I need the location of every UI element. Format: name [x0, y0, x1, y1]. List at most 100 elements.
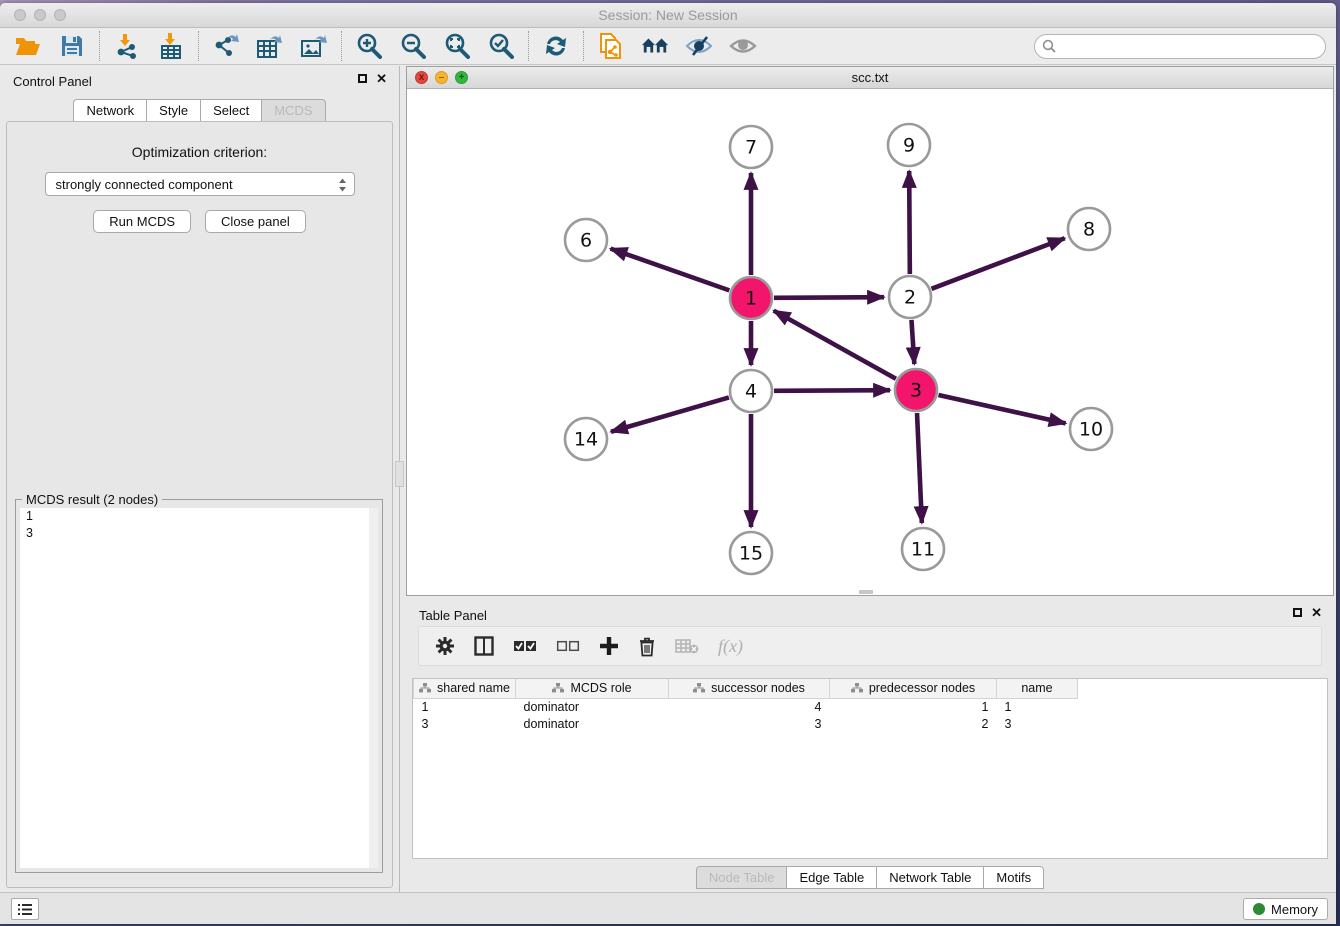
- save-icon[interactable]: [58, 32, 86, 60]
- column-header-MCDS-role[interactable]: MCDS role: [516, 679, 669, 698]
- task-history-button[interactable]: [11, 898, 39, 920]
- optimization-criterion-select[interactable]: strongly connected component: [45, 172, 355, 196]
- sort-column-icon: [419, 683, 431, 693]
- column-header-shared-name[interactable]: shared name: [414, 679, 516, 698]
- tab-network-table[interactable]: Network Table: [876, 866, 983, 889]
- network-canvas[interactable]: 1234678910111415: [407, 89, 1333, 593]
- close-panel-icon[interactable]: ✕: [376, 73, 387, 84]
- table-cell[interactable]: 2: [830, 715, 997, 732]
- mcds-result-group: MCDS result (2 nodes) 13: [15, 499, 383, 873]
- edge-1-6[interactable]: [611, 249, 730, 291]
- memory-status-icon: [1253, 903, 1265, 915]
- memory-label: Memory: [1271, 902, 1318, 917]
- deselect-all-icon[interactable]: [556, 639, 580, 653]
- mcds-result-line: 1: [20, 508, 378, 525]
- result-scrollbar[interactable]: [369, 508, 378, 868]
- table-cell[interactable]: dominator: [516, 698, 669, 715]
- edge-3-11[interactable]: [917, 413, 922, 523]
- table-cell[interactable]: 4: [669, 698, 830, 715]
- node-table[interactable]: shared nameMCDS rolesuccessor nodesprede…: [412, 678, 1328, 859]
- show-all-icon[interactable]: [641, 32, 669, 60]
- tab-mcds[interactable]: MCDS: [261, 99, 325, 122]
- memory-button[interactable]: Memory: [1243, 898, 1328, 920]
- minimize-window-button[interactable]: [34, 9, 46, 21]
- mcds-result-list[interactable]: 13: [20, 508, 378, 868]
- column-header-successor-nodes[interactable]: successor nodes: [669, 679, 830, 698]
- column-header-name[interactable]: name: [997, 679, 1078, 698]
- zoom-selected-icon[interactable]: [487, 32, 515, 60]
- select-all-icon[interactable]: [513, 639, 537, 653]
- export-image-icon[interactable]: [300, 32, 328, 60]
- zoom-window-button[interactable]: [54, 9, 66, 21]
- table-cell[interactable]: 1: [414, 698, 516, 715]
- tab-select[interactable]: Select: [200, 99, 261, 122]
- edge-3-10[interactable]: [938, 395, 1065, 423]
- edge-4-14[interactable]: [611, 397, 729, 431]
- import-network-icon[interactable]: [113, 32, 141, 60]
- edge-2-9[interactable]: [909, 171, 910, 274]
- graph-node-label-9: 9: [903, 135, 915, 157]
- sort-column-icon: [851, 683, 863, 693]
- table-cell[interactable]: dominator: [516, 715, 669, 732]
- close-panel-button[interactable]: Close panel: [205, 210, 306, 233]
- tab-network[interactable]: Network: [73, 99, 146, 122]
- open-folder-icon[interactable]: [14, 32, 42, 60]
- zoom-fit-icon[interactable]: [443, 32, 471, 60]
- tab-style[interactable]: Style: [146, 99, 200, 122]
- mcds-result-title: MCDS result (2 nodes): [22, 492, 162, 507]
- edge-1-2[interactable]: [774, 297, 884, 298]
- workspace: Control Panel ✕ NetworkStyleSelectMCDS O…: [0, 66, 1336, 892]
- gear-icon[interactable]: [435, 636, 455, 656]
- export-network-icon[interactable]: [212, 32, 240, 60]
- edge-3-1[interactable]: [774, 311, 896, 379]
- zoom-out-icon[interactable]: [399, 32, 427, 60]
- column-pane-icon[interactable]: [474, 636, 494, 656]
- tab-motifs[interactable]: Motifs: [983, 866, 1044, 889]
- graph-node-label-14: 14: [574, 429, 598, 451]
- tab-edge-table[interactable]: Edge Table: [786, 866, 876, 889]
- float-panel-icon[interactable]: [358, 74, 367, 83]
- export-table-icon[interactable]: [256, 32, 284, 60]
- main-toolbar: [0, 28, 1336, 65]
- chevron-up-down-icon: [337, 176, 348, 194]
- network-zoom-icon[interactable]: +: [455, 71, 468, 84]
- zoom-in-icon[interactable]: [355, 32, 383, 60]
- table-cell[interactable]: 3: [669, 715, 830, 732]
- graph-node-label-4: 4: [745, 381, 757, 403]
- network-resize-grip[interactable]: [859, 590, 873, 594]
- graph-node-label-2: 2: [904, 287, 916, 309]
- edge-4-3[interactable]: [774, 390, 890, 391]
- import-table-icon[interactable]: [157, 32, 185, 60]
- graph-node-label-1: 1: [745, 288, 757, 310]
- table-row[interactable]: 1dominator411: [414, 698, 1078, 715]
- list-icon: [17, 903, 33, 916]
- network-graph[interactable]: 1234678910111415: [407, 89, 1333, 593]
- column-header-predecessor-nodes[interactable]: predecessor nodes: [830, 679, 997, 698]
- search-input[interactable]: [1034, 34, 1326, 59]
- close-window-button[interactable]: [14, 9, 26, 21]
- trash-icon[interactable]: [638, 636, 656, 657]
- tab-node-table[interactable]: Node Table: [696, 866, 787, 889]
- mcds-result-line: 3: [20, 525, 378, 542]
- network-window-titlebar[interactable]: x – + scc.txt: [407, 67, 1333, 89]
- mcds-tab-content: Optimization criterion: strongly connect…: [6, 121, 393, 888]
- float-table-panel-icon[interactable]: [1293, 608, 1302, 617]
- network-close-icon[interactable]: x: [415, 71, 428, 84]
- edge-2-8[interactable]: [932, 238, 1065, 289]
- edge-2-3[interactable]: [911, 320, 914, 364]
- sort-column-icon: [693, 683, 705, 693]
- table-cell[interactable]: 3: [997, 715, 1078, 732]
- table-cell[interactable]: 3: [414, 715, 516, 732]
- table-row[interactable]: 3dominator323: [414, 715, 1078, 732]
- panel-divider-grip[interactable]: [395, 461, 404, 487]
- add-icon[interactable]: [599, 636, 619, 656]
- table-cell[interactable]: 1: [997, 698, 1078, 715]
- refresh-icon[interactable]: [542, 32, 570, 60]
- table-cell[interactable]: 1: [830, 698, 997, 715]
- clone-network-icon[interactable]: [597, 32, 625, 60]
- network-minimize-icon[interactable]: –: [435, 71, 448, 84]
- hide-eye-icon[interactable]: [685, 32, 713, 60]
- close-table-panel-icon[interactable]: ✕: [1311, 607, 1322, 618]
- eye-icon[interactable]: [729, 32, 757, 60]
- run-mcds-button[interactable]: Run MCDS: [93, 210, 191, 233]
